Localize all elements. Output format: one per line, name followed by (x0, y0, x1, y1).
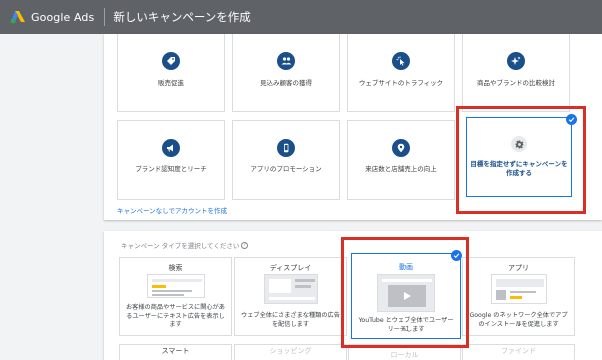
goal-label: ブランド認知度とリーチ (135, 165, 207, 173)
goal-tile-awareness[interactable]: ブランド認知度とリーチ (117, 120, 225, 200)
campaign-type-title: ディスプレイ (269, 264, 312, 272)
campaign-type-shopping[interactable]: ショッピング (234, 344, 347, 360)
campaign-type-search[interactable]: 検索 お客様の商品やサービスに関心があ るユーザーにテキスト広告を表示し ます (119, 257, 232, 336)
goal-label: 来店数と店舗売上の向上 (365, 165, 437, 173)
campaign-type-desc-line1: ウェブ全体にさまざまな種類の広告 (241, 312, 340, 319)
highlight-video-tile (341, 237, 469, 348)
tag-icon (162, 52, 180, 70)
brand-name: Google Ads (31, 10, 95, 24)
goal-label: 商品やブランドの比較検討 (477, 79, 555, 87)
page-title: 新しいキャンペーンを作成 (113, 10, 251, 24)
campaign-type-title: ショッピング (269, 347, 312, 355)
goal-label: アプリのプロモーション (250, 165, 322, 173)
campaign-type-desc-line2: を配信します (271, 320, 310, 328)
campaign-type-title: ファインド (501, 347, 536, 355)
header-divider (104, 8, 106, 26)
sparkle-icon (507, 52, 525, 70)
campaign-type-discovery[interactable]: ファインド (462, 344, 575, 360)
phone-icon (277, 139, 295, 157)
campaign-type-title: ローカル (390, 351, 419, 359)
goal-tile-traffic[interactable]: ウェブサイトのトラフィック (347, 34, 455, 112)
goal-tile-leads[interactable]: 見込み顧客の獲得 (232, 34, 340, 112)
campaign-type-desc-line2: のインストールを促進します (478, 320, 559, 328)
help-icon[interactable]: ? (241, 241, 249, 249)
goal-tile-store-visits[interactable]: 来店数と店舗売上の向上 (347, 120, 455, 200)
campaign-type-prompt-text: キャンペーン タイプを選択してください (121, 242, 240, 250)
search-ad-illustration (146, 274, 205, 298)
create-account-without-campaign-link[interactable]: キャンペーンなしでアカウントを作成 (117, 205, 227, 215)
goal-tile-app-promotion[interactable]: アプリのプロモーション (232, 120, 340, 200)
goal-tile-consideration[interactable]: 商品やブランドの比較検討 (462, 34, 570, 112)
campaign-type-prompt: キャンペーン タイプを選択してください ? (121, 240, 249, 250)
location-pin-icon (392, 139, 410, 157)
cursor-click-icon (392, 52, 410, 70)
google-ads-logo-icon (10, 11, 25, 24)
goal-label: 販売促進 (158, 79, 184, 87)
campaign-type-desc-line3: ます (169, 321, 182, 328)
app-ad-illustration (490, 274, 547, 304)
google-ads-logo[interactable]: Google Ads (10, 10, 94, 24)
goal-tile-sales[interactable]: 販売促進 (117, 34, 225, 112)
campaign-type-title: スマート (161, 347, 190, 355)
goal-label: 見込み顧客の獲得 (260, 79, 312, 87)
app-header: Google Ads 新しいキャンペーンを作成 (0, 0, 602, 34)
campaign-type-display[interactable]: ディスプレイ ウェブ全体にさまざまな種類の広告 を配信します (234, 257, 347, 336)
megaphone-icon (162, 139, 180, 157)
campaign-type-app[interactable]: アプリ Google のネットワーク全体でアプリ のインストールを促進します (462, 257, 575, 336)
campaign-type-desc-line2: るユーザーにテキスト広告を表示し (126, 312, 225, 320)
campaign-type-title: 検索 (168, 264, 183, 272)
campaign-type-smart[interactable]: スマート (119, 344, 232, 360)
people-icon (277, 52, 295, 70)
campaign-type-title: アプリ (508, 264, 529, 272)
highlight-no-goal-tile (456, 106, 586, 214)
goal-label: ウェブサイトのトラフィック (358, 79, 444, 87)
display-ad-illustration (263, 274, 318, 304)
campaign-type-desc-line1: お客様の商品やサービスに関心があ (126, 304, 225, 311)
